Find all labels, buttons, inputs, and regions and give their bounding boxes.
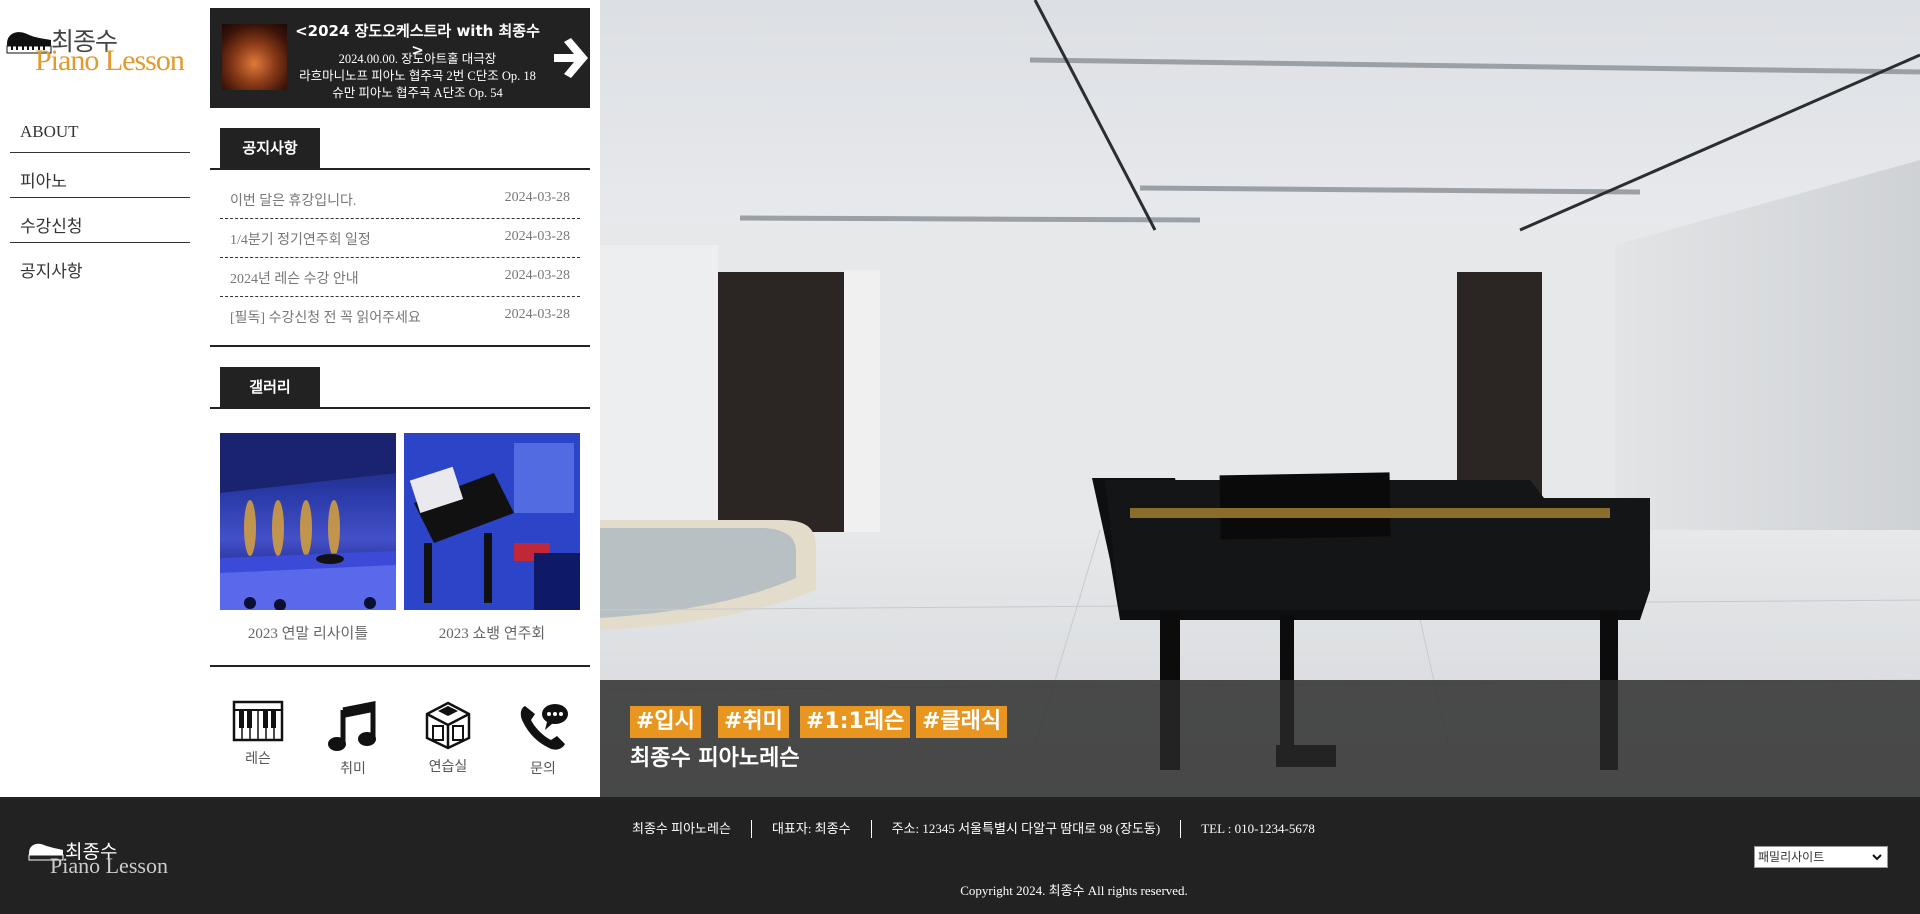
notice-title: [필독] 수강신청 전 꼭 읽어주세요 (230, 311, 421, 326)
notice-title: 2024년 레슨 수강 안내 (230, 272, 359, 287)
gallery-caption: 2023 쇼뱅 연주회 (438, 626, 546, 642)
footer-phone: TEL : 010-1234-5678 (1180, 820, 1335, 838)
logo-english-text: Piano Lesson (35, 44, 185, 77)
hero-title: 최종수 피아노레슨 (630, 746, 800, 771)
concert-hall-thumbnail (222, 24, 287, 90)
divider (210, 345, 590, 347)
family-site-selected: 패밀리사이트 (1758, 850, 1825, 864)
copyright-text: Copyright 2024. 최종수 All rights reserved. (960, 883, 1188, 898)
notice-row[interactable]: [필독] 수강신청 전 꼭 읽어주세요 2024-03-28 (220, 297, 580, 336)
family-site-select[interactable]: 패밀리사이트 (1754, 846, 1888, 868)
notice-heading[interactable]: 공지사항 (220, 128, 320, 168)
quick-link-label: 연습실 (428, 760, 468, 775)
footer-company-name: 최종수 피아노레슨 (632, 821, 731, 836)
notice-row[interactable]: 1/4분기 정기연주회 일정 2024-03-28 (220, 219, 580, 258)
hashtag-badge[interactable]: #입시 (630, 706, 701, 738)
concert-photo (404, 433, 580, 610)
notice-date: 2024-03-28 (504, 190, 570, 205)
piano-keys-icon (232, 700, 284, 742)
notice-date: 2024-03-28 (504, 229, 570, 244)
quick-link-practice-room[interactable]: 연습실 (408, 700, 488, 776)
recital-photo (220, 433, 396, 610)
banner-program-2: 슈만 피아노 협주곡 A단조 Op. 54 (332, 86, 503, 100)
footer-logo-english: Piano Lesson (50, 853, 168, 878)
stage-illustration (220, 433, 396, 610)
chevron-down-icon (1872, 854, 1882, 861)
hashtag-badge[interactable]: #1:1레슨 (800, 706, 911, 738)
hashtag-badge[interactable]: #취미 (718, 706, 789, 738)
practice-room-icon (425, 701, 471, 750)
gallery-section-header: 갤러리 (210, 367, 590, 409)
menu-item-notice[interactable]: 공지사항 (10, 243, 190, 288)
footer-logo[interactable]: 최종수 Piano Lesson (28, 837, 178, 879)
menu-item-piano[interactable]: 피아노 (10, 153, 190, 198)
footer-info: 최종수 피아노레슨 대표자: 최종수 주소: 12345 서울특별시 다알구 땀… (632, 820, 1335, 838)
quick-link-label: 레슨 (245, 752, 271, 767)
quick-link-label: 취미 (340, 762, 366, 777)
concert-banner[interactable]: <2024 장도오케스트라 with 최종수> 2024.00.00. 장도아트… (210, 8, 590, 108)
gallery-heading[interactable]: 갤러리 (220, 367, 320, 407)
notice-row[interactable]: 2024년 레슨 수강 안내 2024-03-28 (220, 258, 580, 297)
hero-caption-band (600, 680, 1920, 797)
site-logo[interactable]: 최종수 Piano Lesson (5, 22, 195, 77)
footer-representative: 대표자: 최종수 (750, 820, 871, 838)
hashtag-badge[interactable]: #클래식 (916, 706, 1008, 738)
notice-title: 이번 달은 휴강입니다. (230, 194, 357, 209)
divider (210, 665, 590, 667)
notice-date: 2024-03-28 (504, 268, 570, 283)
hero-image: #입시 #취미 #1:1레슨 #클래식 최종수 피아노레슨 (600, 0, 1920, 797)
quick-link-lesson[interactable]: 레슨 (218, 700, 298, 768)
piano-illustration (404, 433, 580, 610)
piano-room-illustration (600, 0, 1920, 797)
phone-chat-icon (520, 704, 568, 750)
gallery-caption: 2023 연말 리사이틀 (247, 626, 369, 642)
notice-row[interactable]: 이번 달은 휴강입니다. 2024-03-28 (220, 180, 580, 219)
notice-section-header: 공지사항 (210, 128, 590, 170)
menu-item-about[interactable]: ABOUT (10, 108, 190, 153)
notice-list: 이번 달은 휴강입니다. 2024-03-28 1/4분기 정기연주회 일정 2… (220, 180, 580, 336)
quick-link-hobby[interactable]: 취미 (313, 700, 393, 778)
arrow-right-icon[interactable] (550, 34, 590, 82)
main-menu: ABOUT 피아노 수강신청 공지사항 (10, 108, 190, 288)
quick-link-label: 문의 (530, 762, 556, 777)
left-navigation: 최종수 Piano Lesson ABOUT 피아노 수강신청 공지사항 (0, 0, 200, 797)
menu-item-enrollment[interactable]: 수강신청 (10, 198, 190, 243)
gallery-item[interactable]: 2023 쇼뱅 연주회 (404, 433, 580, 643)
gallery-item[interactable]: 2023 연말 리사이틀 (220, 433, 396, 643)
footer-address: 주소: 12345 서울특별시 다알구 땀대로 98 (장도동) (870, 820, 1181, 838)
notice-title: 1/4분기 정기연주회 일정 (230, 233, 371, 248)
footer: 최종수 Piano Lesson 최종수 피아노레슨 대표자: 최종수 주소: … (0, 797, 1920, 914)
notice-date: 2024-03-28 (504, 307, 570, 322)
music-note-icon (328, 700, 376, 751)
content-column: <2024 장도오케스트라 with 최종수> 2024.00.00. 장도아트… (200, 0, 600, 797)
quick-link-inquiry[interactable]: 문의 (503, 700, 583, 778)
